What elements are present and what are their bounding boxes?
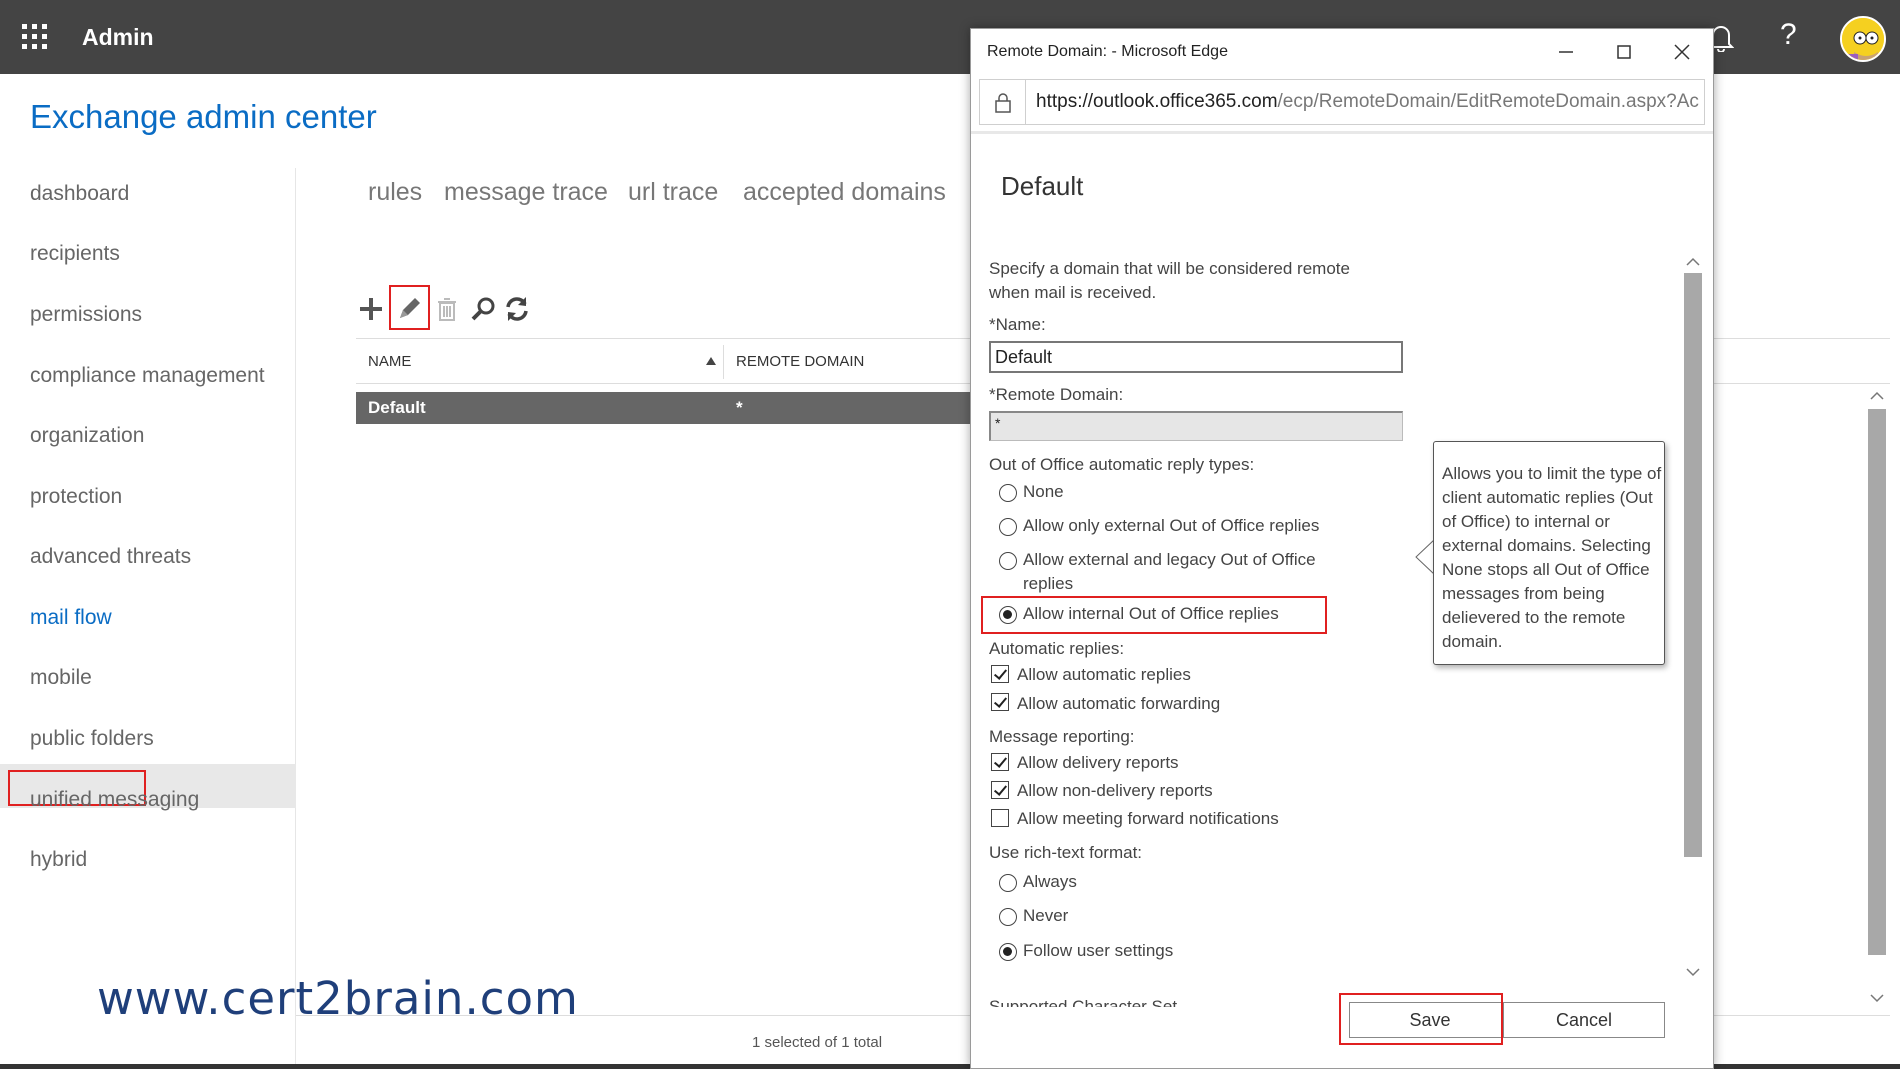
row-name-cell: Default [368,398,426,417]
allow-automatic-replies-label: Allow automatic replies [1017,665,1191,684]
sidebar-item-compliance-management[interactable]: compliance management [30,364,265,388]
help-icon[interactable]: ? [1780,18,1797,52]
rtf-radio-always[interactable] [999,874,1017,892]
rich-text-label: Use rich-text format: [989,843,1143,862]
automatic-replies-label: Automatic replies: [989,639,1125,658]
dialog-scroll-down-icon[interactable] [1684,965,1702,979]
tab-message-trace[interactable]: message trace [444,178,608,207]
allow-automatic-replies-checkbox[interactable] [991,665,1009,683]
avatar[interactable] [1840,16,1886,62]
edit-highlight-box [389,285,430,330]
close-icon[interactable] [1667,37,1697,67]
tooltip-arrow [1415,539,1435,575]
url-text[interactable]: https://outlook.office365.com/ecp/Remote… [1036,91,1700,113]
allow-delivery-reports-label: Allow delivery reports [1017,753,1179,772]
add-icon[interactable] [356,294,386,324]
sidebar-item-mobile[interactable]: mobile [30,666,92,690]
internal-option-highlight-box [981,596,1327,634]
details-scrollbar[interactable] [1862,385,1890,1015]
tab-accepted-domains[interactable]: accepted domains [743,178,946,207]
tab-url-trace[interactable]: url trace [628,178,718,207]
ooo-radio-external[interactable] [999,518,1017,536]
app-title[interactable]: Admin [82,24,154,51]
sidebar-item-protection[interactable]: protection [30,485,122,509]
name-label: *Name: [989,315,1046,334]
dialog-heading: Default [1001,171,1084,201]
lock-icon [995,93,1011,113]
sidebar-item-recipients[interactable]: recipients [30,242,120,266]
allow-delivery-reports-checkbox[interactable] [991,753,1009,771]
sort-ascending-icon[interactable] [706,357,716,365]
search-icon[interactable] [468,294,498,324]
sidebar-item-hybrid[interactable]: hybrid [30,848,87,872]
dialog-scroll-thumb[interactable] [1684,273,1702,857]
refresh-icon[interactable] [502,294,532,324]
help-tooltip: Allows you to limit the type of client a… [1433,441,1665,665]
tab-rules[interactable]: rules [368,178,422,207]
details-pane-divider [1715,383,1885,384]
save-highlight-box [1339,993,1503,1045]
ooo-label: Out of Office automatic reply types: [989,455,1255,474]
rtf-radio-follow-user[interactable] [999,943,1017,961]
ooo-option-external-legacy: Allow external and legacy Out of Office … [1023,550,1316,593]
remote-domain-dialog: Remote Domain: - Microsoft Edge https://… [970,28,1714,1069]
ooo-radio-none[interactable] [999,484,1017,502]
selection-status: 1 selected of 1 total [752,1034,883,1051]
url-path: /ecp/RemoteDomain/EditRemoteDomain.aspx?… [1277,91,1699,112]
allow-non-delivery-reports-label: Allow non-delivery reports [1017,781,1213,800]
sidebar-item-mail-flow[interactable]: mail flow [30,606,112,630]
column-divider [723,345,724,379]
charset-label: Supported Character Set [989,997,1178,1007]
row-domain-cell: * [736,398,743,417]
column-header-name[interactable]: NAME [368,353,411,370]
sidebar-item-unified-messaging[interactable]: unified messaging [30,788,199,812]
scroll-down-icon[interactable] [1868,991,1886,1005]
allow-non-delivery-reports-checkbox[interactable] [991,781,1009,799]
cancel-button[interactable]: Cancel [1503,1002,1665,1038]
remote-domain-input: * [989,411,1403,441]
dialog-divider [971,131,1713,134]
app-launcher-icon[interactable] [22,24,48,50]
dialog-scrollbar[interactable] [1681,251,1705,983]
rtf-option-follow-user: Follow user settings [1023,941,1174,960]
ooo-option-external: Allow only external Out of Office replie… [1023,516,1320,535]
allow-meeting-forward-label: Allow meeting forward notifications [1017,809,1279,828]
allow-automatic-forwarding-checkbox[interactable] [991,693,1009,711]
remote-domain-label: *Remote Domain: [989,385,1124,404]
allow-meeting-forward-checkbox[interactable] [991,809,1009,827]
scroll-thumb[interactable] [1868,409,1886,955]
sidebar-item-public-folders[interactable]: public folders [30,727,154,751]
message-reporting-label: Message reporting: [989,727,1135,746]
trash-icon[interactable] [432,294,462,324]
ooo-radio-external-legacy[interactable] [999,552,1017,570]
rtf-radio-never[interactable] [999,908,1017,926]
address-bar[interactable]: https://outlook.office365.com/ecp/Remote… [979,79,1705,125]
name-input[interactable]: Default [989,341,1403,373]
sidebar-item-dashboard[interactable]: dashboard [30,182,129,206]
rtf-option-always: Always [1023,872,1077,891]
sidebar-item-organization[interactable]: organization [30,424,144,448]
watermark: www.cert2brain.com [97,972,579,1025]
table-row[interactable]: Default * [356,392,976,424]
scroll-up-icon[interactable] [1868,389,1886,403]
column-header-remote-domain[interactable]: REMOTE DOMAIN [736,353,864,370]
dialog-window-title: Remote Domain: - Microsoft Edge [987,43,1228,60]
ooo-option-none: None [1023,482,1064,501]
dialog-description: Specify a domain that will be considered… [989,259,1350,302]
allow-automatic-forwarding-label: Allow automatic forwarding [1017,694,1221,713]
url-host: https://outlook.office365.com [1036,91,1278,112]
dialog-titlebar[interactable]: Remote Domain: - Microsoft Edge [971,29,1713,73]
page-title: Exchange admin center [30,98,377,135]
dialog-scroll-up-icon[interactable] [1684,255,1702,269]
sidebar: dashboard recipients permissions complia… [0,168,296,1068]
tooltip-text: Allows you to limit the type of client a… [1442,464,1662,651]
sidebar-item-permissions[interactable]: permissions [30,303,142,327]
minimize-icon[interactable] [1551,37,1581,67]
address-separator [1025,80,1026,124]
sidebar-item-advanced-threats[interactable]: advanced threats [30,545,191,569]
rtf-option-never: Never [1023,906,1069,925]
maximize-icon[interactable] [1609,37,1639,67]
